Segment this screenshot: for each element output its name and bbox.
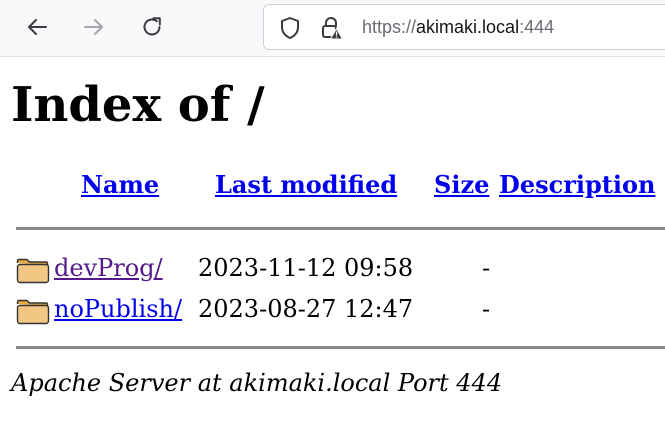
reload-button[interactable] bbox=[136, 11, 168, 43]
url-port: :444 bbox=[519, 17, 555, 37]
forward-button[interactable] bbox=[78, 11, 110, 43]
lock-warning-icon[interactable] bbox=[319, 16, 343, 40]
column-header-description[interactable]: Description bbox=[499, 170, 655, 199]
entry-size: - bbox=[482, 295, 491, 323]
entry-modified: 2023-08-27 12:47 bbox=[198, 295, 414, 323]
column-header-name[interactable]: Name bbox=[81, 170, 159, 199]
browser-toolbar: https://akimaki.local:444 bbox=[0, 0, 665, 57]
server-signature: Apache Server at akimaki.local Port 444 bbox=[11, 369, 503, 397]
shield-icon[interactable] bbox=[278, 16, 302, 40]
page-content: Index of / Name Last modified Size Descr… bbox=[0, 57, 665, 421]
folder-icon bbox=[16, 299, 50, 325]
column-header-last-modified[interactable]: Last modified bbox=[215, 170, 397, 199]
url-bar[interactable]: https://akimaki.local:444 bbox=[263, 4, 665, 50]
url-text[interactable]: https://akimaki.local:444 bbox=[362, 17, 554, 38]
table-row: devProg/ 2023-11-12 09:58 - bbox=[0, 250, 665, 286]
column-header-size[interactable]: Size bbox=[434, 170, 489, 199]
footer-divider bbox=[16, 346, 665, 349]
entry-modified: 2023-11-12 09:58 bbox=[198, 254, 414, 282]
entry-link[interactable]: noPublish/ bbox=[54, 291, 182, 327]
back-button[interactable] bbox=[21, 11, 53, 43]
folder-icon bbox=[16, 258, 50, 284]
reload-icon bbox=[143, 17, 161, 36]
header-divider bbox=[16, 227, 665, 230]
url-scheme: https:// bbox=[362, 17, 417, 37]
table-row: noPublish/ 2023-08-27 12:47 - bbox=[0, 291, 665, 327]
url-host: akimaki.local bbox=[416, 17, 520, 37]
arrow-left-icon bbox=[28, 19, 47, 35]
entry-link[interactable]: devProg/ bbox=[54, 250, 163, 286]
entry-size: - bbox=[482, 254, 491, 282]
arrow-right-icon bbox=[84, 19, 103, 35]
